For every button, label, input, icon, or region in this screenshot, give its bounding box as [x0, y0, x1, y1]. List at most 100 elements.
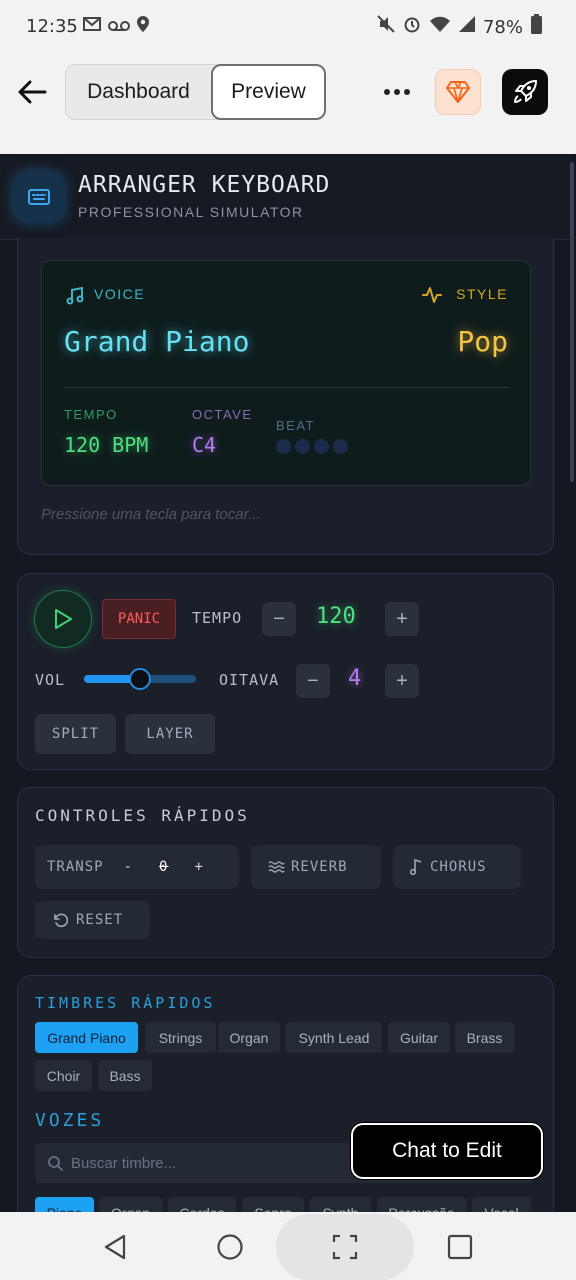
category-tab-piano[interactable]: Piano	[35, 1197, 94, 1212]
screenshot-nav-button[interactable]	[328, 1230, 362, 1264]
beat-dot	[295, 439, 310, 454]
scrollbar[interactable]	[570, 162, 574, 482]
beat-dot	[314, 439, 329, 454]
beat-dot	[276, 439, 291, 454]
volume-knob[interactable]	[129, 668, 151, 690]
tempo-value: 120	[316, 604, 356, 629]
beat-label: BEAT	[276, 418, 315, 433]
search-icon	[48, 1156, 63, 1171]
waves-icon	[268, 861, 285, 873]
play-button[interactable]	[34, 590, 92, 648]
chorus-button[interactable]: CHORUS	[393, 845, 521, 889]
timbre-chip-guitar[interactable]: Guitar	[388, 1022, 450, 1053]
tempo-increase-button[interactable]: +	[385, 602, 419, 636]
tempo-readout: 120 BPM	[64, 433, 149, 457]
timbre-chip-brass[interactable]: Brass	[455, 1022, 514, 1053]
play-icon	[55, 609, 72, 629]
octave-increase-button[interactable]: +	[385, 664, 419, 698]
arrow-left-icon	[18, 80, 47, 104]
circle-home-icon	[217, 1234, 243, 1260]
octave-control-label: OITAVA	[219, 671, 280, 689]
lcd-screen: VOICE STYLE Grand Piano Pop TEMPO OCTAVE…	[41, 260, 531, 486]
view-switcher: Dashboard Preview	[65, 64, 326, 120]
category-tab-organ[interactable]: Organ	[99, 1197, 162, 1212]
voice-name: Grand Piano	[64, 325, 250, 358]
status-bar: 12:35 78%	[0, 0, 576, 54]
play-hint: Pressione uma tecla para tocar...	[41, 506, 261, 523]
timbre-chip-strings[interactable]: Strings	[145, 1022, 216, 1053]
pulse-icon	[422, 285, 442, 310]
tab-dashboard[interactable]: Dashboard	[66, 65, 211, 119]
reverb-button[interactable]: REVERB	[251, 845, 381, 889]
reverb-label: REVERB	[291, 859, 348, 875]
category-tab-percussao[interactable]: Percussão	[377, 1197, 466, 1212]
home-nav-button[interactable]	[213, 1230, 247, 1264]
reset-button[interactable]: RESET	[35, 901, 150, 939]
quick-controls-panel: CONTROLES RÁPIDOS TRANSP - 0 + REVERB CH…	[17, 787, 554, 958]
fullscreen-icon	[332, 1234, 358, 1260]
octave-readout: C4	[192, 433, 217, 457]
app-subtitle: PROFESSIONAL SIMULATOR	[78, 204, 304, 220]
music-note-icon	[66, 286, 84, 310]
app-bar: Dashboard Preview	[0, 54, 576, 154]
category-tab-cordas[interactable]: Cordas	[168, 1197, 236, 1212]
transport-panel: PANIC TEMPO − 120 + VOL OITAVA − 4 + SPL…	[17, 573, 554, 770]
transpose-decrease-button[interactable]: -	[124, 859, 133, 875]
tempo-decrease-button[interactable]: −	[262, 602, 296, 636]
gmail-icon	[82, 16, 102, 38]
timbre-chip-choir[interactable]: Choir	[35, 1060, 92, 1091]
location-icon	[136, 15, 150, 39]
publish-button[interactable]	[502, 69, 548, 115]
app-preview: ARRANGER KEYBOARD PROFESSIONAL SIMULATOR…	[0, 154, 576, 1212]
back-nav-button[interactable]	[98, 1230, 132, 1264]
timbre-chip-synth-lead[interactable]: Synth Lead	[286, 1022, 382, 1053]
chat-to-edit-button[interactable]: Chat to Edit	[351, 1123, 543, 1179]
triangle-back-icon	[104, 1234, 126, 1260]
transpose-value: 0	[159, 859, 169, 875]
split-button[interactable]: SPLIT	[35, 714, 116, 754]
alarm-icon	[403, 15, 421, 39]
battery-percent: 78%	[482, 16, 523, 38]
app-header: ARRANGER KEYBOARD PROFESSIONAL SIMULATOR	[0, 154, 570, 240]
timbre-chip-bass[interactable]: Bass	[98, 1060, 152, 1091]
divider	[64, 387, 510, 388]
gem-button[interactable]	[435, 69, 481, 115]
volume-slider[interactable]	[84, 668, 196, 690]
layer-button[interactable]: LAYER	[125, 714, 215, 754]
battery-icon	[531, 14, 542, 40]
panic-button[interactable]: PANIC	[102, 599, 176, 639]
keyboard-icon	[28, 189, 50, 205]
dot-icon	[384, 89, 390, 95]
more-options-button[interactable]	[380, 76, 414, 108]
quick-timbres-title: TIMBRES RÁPIDOS	[35, 994, 216, 1012]
app-title: ARRANGER KEYBOARD	[78, 172, 331, 198]
octave-value: 4	[348, 666, 362, 691]
category-tab-vocal[interactable]: Vocal	[472, 1197, 531, 1212]
chorus-label: CHORUS	[430, 859, 487, 875]
timbre-chip-organ[interactable]: Organ	[218, 1022, 280, 1053]
octave-decrease-button[interactable]: −	[296, 664, 330, 698]
dot-icon	[404, 89, 410, 95]
quick-controls-title: CONTROLES RÁPIDOS	[35, 806, 250, 825]
category-tab-sopro[interactable]: Sopro	[242, 1197, 304, 1212]
transpose-increase-button[interactable]: +	[194, 859, 203, 875]
recents-nav-button[interactable]	[443, 1230, 477, 1264]
reset-icon	[54, 913, 68, 928]
tempo-control-label: TEMPO	[192, 609, 243, 627]
voice-label: VOICE	[94, 286, 146, 302]
style-name: Pop	[457, 325, 508, 358]
tab-preview[interactable]: Preview	[211, 64, 326, 120]
signal-icon	[458, 16, 475, 38]
category-tab-synth[interactable]: Synth	[310, 1197, 371, 1212]
back-button[interactable]	[14, 74, 50, 110]
timbre-chip-grand-piano[interactable]: Grand Piano	[35, 1022, 138, 1053]
reset-label: RESET	[76, 912, 124, 928]
gem-icon	[446, 81, 470, 103]
beat-dot	[333, 439, 348, 454]
voices-title: VOZES	[35, 1110, 105, 1131]
timbre-search-input[interactable]	[71, 1154, 371, 1172]
wifi-icon	[429, 15, 451, 39]
mute-icon	[377, 15, 395, 39]
display-panel: VOICE STYLE Grand Piano Pop TEMPO OCTAVE…	[17, 238, 554, 555]
transpose-label: TRANSP	[47, 859, 104, 875]
